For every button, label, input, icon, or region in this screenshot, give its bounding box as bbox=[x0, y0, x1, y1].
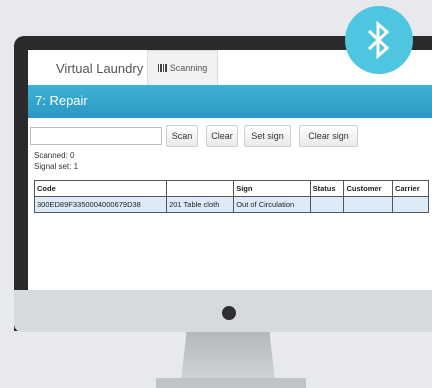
page-title: 7: Repair bbox=[35, 93, 88, 108]
cell-item: 201 Table cloth bbox=[166, 196, 235, 213]
app-screen: Virtual Laundry Scanning 7: Repair Scan … bbox=[28, 50, 432, 290]
bluetooth-badge bbox=[345, 6, 413, 74]
tab-scanning-label: Scanning bbox=[169, 63, 208, 73]
page-header: 7: Repair bbox=[28, 85, 432, 118]
clear-sign-button[interactable]: Clear sign bbox=[299, 125, 358, 147]
power-indicator bbox=[222, 306, 236, 320]
set-sign-button[interactable]: Set sign bbox=[244, 125, 291, 147]
column-header-status: Status bbox=[309, 180, 345, 197]
table-row[interactable]: 300ED89F3350004000679D38 201 Table cloth… bbox=[33, 196, 429, 213]
cell-carrier bbox=[392, 196, 429, 213]
column-header-carrier: Carrier bbox=[392, 180, 429, 197]
tab-scanning[interactable]: Scanning bbox=[147, 50, 218, 85]
column-header-sign: Sign bbox=[233, 180, 311, 197]
cell-customer bbox=[343, 196, 394, 213]
column-header-code: Code bbox=[33, 180, 168, 197]
scan-input[interactable] bbox=[30, 127, 162, 145]
clear-button[interactable]: Clear bbox=[206, 125, 238, 147]
barcode-icon bbox=[157, 64, 167, 72]
scanned-count: Scanned: 0 bbox=[34, 151, 75, 160]
scan-button[interactable]: Scan bbox=[166, 125, 198, 147]
table-header-row: Code Sign Status Customer Carrier bbox=[33, 180, 429, 197]
monitor-base bbox=[156, 378, 306, 388]
column-header-customer: Customer bbox=[343, 180, 394, 197]
column-header-item bbox=[166, 180, 235, 197]
monitor-stand bbox=[181, 332, 275, 380]
cell-status bbox=[309, 196, 345, 213]
bluetooth-icon bbox=[367, 20, 390, 60]
cell-sign: Out of Circulation bbox=[233, 196, 311, 213]
signal-set-count: Signal set: 1 bbox=[34, 162, 79, 171]
cell-code: 300ED89F3350004000679D38 bbox=[33, 196, 168, 213]
tab-virtual-laundry[interactable]: Virtual Laundry bbox=[56, 61, 143, 76]
scan-table: Code Sign Status Customer Carrier 300ED8… bbox=[33, 180, 429, 213]
